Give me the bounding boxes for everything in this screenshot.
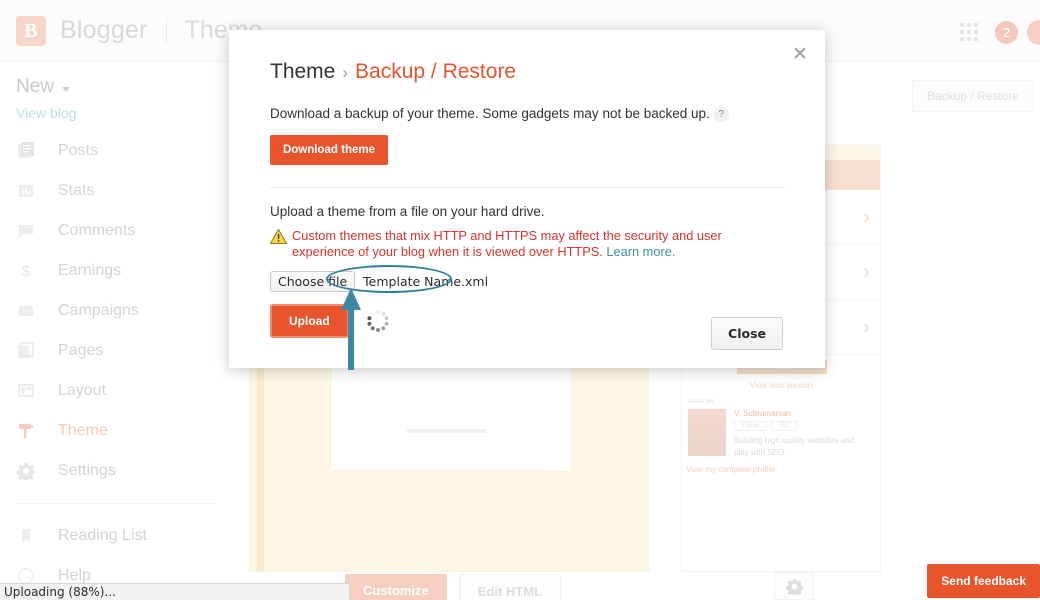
help-question-icon[interactable]: ? bbox=[713, 107, 729, 122]
https-warning: Custom themes that mix HTTP and HTTPS ma… bbox=[269, 228, 785, 261]
sidebar-item-label: Pages bbox=[58, 342, 104, 359]
sidebar-item-pages[interactable]: Pages bbox=[0, 331, 233, 371]
sidebar-nav: Posts Stats Comments $ Earnings AD Campa… bbox=[0, 131, 233, 596]
dialog-divider bbox=[270, 187, 785, 188]
loading-spinner-icon bbox=[366, 309, 389, 332]
avatar[interactable] bbox=[1027, 20, 1040, 45]
dialog-body: Theme › Backup / Restore Download a backup… bbox=[229, 30, 825, 338]
earnings-icon: $ bbox=[16, 261, 36, 281]
campaigns-icon: AD bbox=[16, 301, 36, 321]
brand-label: Blogger bbox=[60, 16, 148, 44]
settings-icon bbox=[16, 461, 36, 481]
upload-button[interactable]: Upload bbox=[270, 303, 349, 338]
apps-grid-icon[interactable] bbox=[960, 23, 978, 41]
send-feedback-button[interactable]: Send feedback bbox=[927, 564, 1040, 598]
sidebar-item-comments[interactable]: Comments bbox=[0, 211, 233, 251]
top-bar-divider bbox=[165, 17, 167, 44]
customize-button[interactable]: Customize bbox=[345, 574, 447, 600]
chevron-right-icon: › bbox=[863, 315, 870, 339]
download-description: Download a backup of your theme. Some ga… bbox=[270, 106, 710, 121]
sidebar-item-label: Campaigns bbox=[58, 302, 139, 319]
blogger-logo-icon: B bbox=[16, 15, 46, 46]
annotation-arrow bbox=[340, 288, 362, 375]
svg-text:AD: AD bbox=[23, 310, 30, 316]
gear-icon bbox=[785, 578, 803, 595]
edit-html-button[interactable]: Edit HTML bbox=[458, 574, 561, 600]
browser-status-bar: Uploading (88%)... bbox=[0, 583, 350, 600]
sidebar-item-label: Comments bbox=[58, 222, 136, 239]
chevron-right-icon: › bbox=[863, 205, 870, 229]
stats-icon bbox=[16, 181, 36, 201]
preview-view-web-version: View web version bbox=[749, 381, 813, 390]
sidebar-divider bbox=[16, 503, 217, 504]
close-dialog-button[interactable]: Close bbox=[711, 317, 783, 350]
preview-follow-row: Follow 553 bbox=[734, 421, 798, 431]
sidebar-item-label: Earnings bbox=[58, 262, 122, 279]
comments-icon bbox=[16, 221, 36, 241]
breadcrumb-root[interactable]: Theme bbox=[270, 60, 335, 83]
sidebar-item-theme[interactable]: Theme bbox=[0, 411, 233, 451]
theme-action-buttons: Customize Edit HTML bbox=[345, 574, 561, 600]
sidebar-item-campaigns[interactable]: AD Campaigns bbox=[0, 291, 233, 331]
sidebar-item-label: Posts bbox=[58, 142, 99, 159]
sidebar-item-label: Stats bbox=[58, 182, 95, 199]
https-warning-text-wrap: Custom themes that mix HTTP and HTTPS ma… bbox=[292, 228, 785, 261]
chosen-file-name: Template Name.xml bbox=[363, 273, 489, 289]
download-description-row: Download a backup of your theme. Some ga… bbox=[270, 106, 785, 122]
sidebar-item-settings[interactable]: Settings bbox=[0, 451, 233, 491]
status-text: Uploading (88%)... bbox=[4, 585, 116, 599]
notification-badge[interactable]: 2 bbox=[995, 21, 1018, 44]
view-blog-link[interactable]: View blog bbox=[0, 98, 233, 121]
preview-author-bio: Building high quality websites and play … bbox=[734, 436, 855, 457]
sidebar-item-label: Theme bbox=[58, 422, 108, 439]
preview-author-avatar bbox=[688, 409, 726, 456]
preview-author-name: V. Subramanian bbox=[734, 409, 791, 418]
breadcrumb-separator: › bbox=[342, 63, 349, 82]
sidebar-item-earnings[interactable]: $ Earnings bbox=[0, 251, 233, 291]
preview-follow-count: 553 bbox=[771, 421, 798, 431]
backup-restore-button[interactable]: Backup / Restore bbox=[911, 80, 1034, 112]
theme-settings-gear-button[interactable] bbox=[774, 572, 814, 600]
reading-list-icon bbox=[16, 526, 36, 546]
learn-more-link[interactable]: Learn more. bbox=[606, 244, 675, 259]
theme-icon bbox=[16, 421, 36, 441]
sidebar-item-label: Layout bbox=[58, 382, 107, 399]
sidebar-item-posts[interactable]: Posts bbox=[0, 131, 233, 171]
preview-about-me-label: About Me bbox=[688, 399, 714, 405]
blogger-theme-page: B Blogger Theme 2 New View blog Posts St… bbox=[0, 0, 1040, 600]
new-post-label: New bbox=[16, 76, 55, 97]
backup-restore-dialog: ✕ Theme › Backup / Restore Download a back… bbox=[229, 30, 825, 368]
upload-description: Upload a theme from a file on your hard … bbox=[270, 204, 545, 219]
svg-text:$: $ bbox=[22, 263, 31, 280]
chevron-down-icon bbox=[62, 86, 71, 92]
chevron-right-icon: › bbox=[863, 260, 870, 284]
download-theme-button[interactable]: Download theme bbox=[270, 135, 389, 165]
breadcrumb-current: Backup / Restore bbox=[355, 60, 517, 83]
layout-icon bbox=[16, 381, 36, 401]
preview-follow-button: Follow bbox=[734, 421, 768, 431]
posts-icon bbox=[16, 141, 36, 161]
sidebar: New View blog Posts Stats Comments $ Ear… bbox=[0, 62, 233, 600]
sidebar-item-stats[interactable]: Stats bbox=[0, 171, 233, 211]
sidebar-item-reading-list[interactable]: Reading List bbox=[0, 516, 233, 556]
close-icon[interactable]: ✕ bbox=[789, 44, 811, 66]
pages-icon bbox=[16, 341, 36, 361]
breadcrumb: Theme › Backup / Restore bbox=[270, 60, 785, 84]
blogger-logo[interactable]: B Blogger bbox=[16, 15, 148, 46]
sidebar-item-label: Settings bbox=[58, 462, 116, 479]
sidebar-item-label: Reading List bbox=[58, 527, 147, 544]
new-post-dropdown[interactable]: New bbox=[0, 62, 233, 98]
sidebar-item-layout[interactable]: Layout bbox=[0, 371, 233, 411]
preview-profile-link: View my complete profile bbox=[686, 465, 775, 474]
warning-triangle-icon bbox=[269, 228, 288, 261]
